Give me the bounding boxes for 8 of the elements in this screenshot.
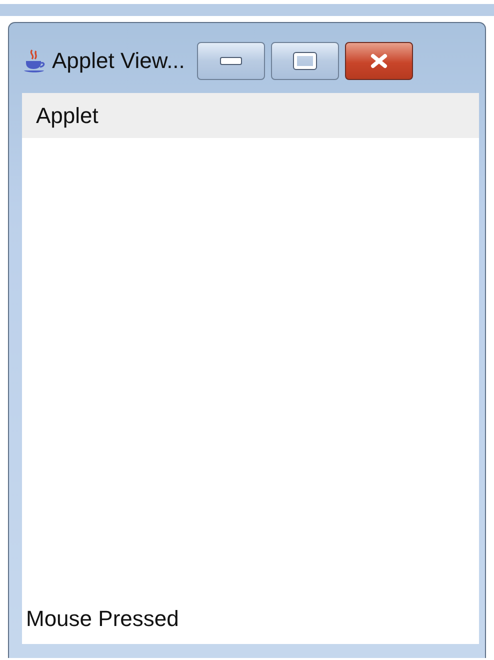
status-text: Mouse Pressed xyxy=(26,606,179,632)
minimize-icon xyxy=(220,57,242,65)
close-button[interactable] xyxy=(344,42,413,80)
menu-item[interactable]: Applet xyxy=(36,102,98,128)
maximize-icon xyxy=(294,53,316,69)
window-title: Applet View... xyxy=(52,48,185,74)
minimize-button[interactable] xyxy=(196,42,265,80)
maximize-button[interactable] xyxy=(270,42,339,80)
